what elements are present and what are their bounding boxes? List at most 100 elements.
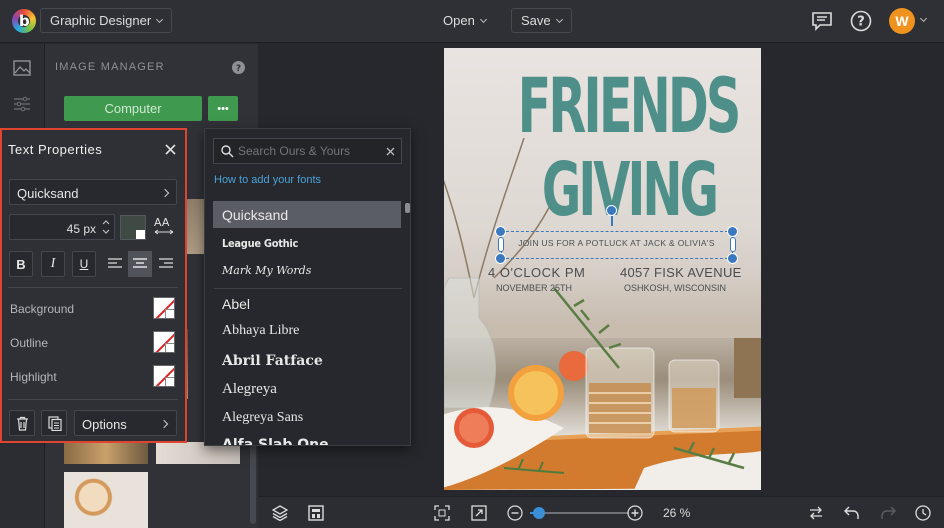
mode-dropdown[interactable]: Graphic Designer <box>40 8 173 33</box>
options-label: Options <box>82 417 127 432</box>
fit-screen-icon[interactable] <box>434 505 450 521</box>
text-properties-panel: Text Properties Quicksand 45 px AA B I U… <box>0 128 187 443</box>
open-label: Open <box>443 13 475 28</box>
image-thumbnail[interactable] <box>64 442 148 464</box>
font-option-abel[interactable]: Abel <box>213 290 401 317</box>
font-option-abril-fatface[interactable]: Abril Fatface <box>213 347 401 374</box>
undo-icon[interactable] <box>844 505 860 521</box>
align-center-button[interactable] <box>128 251 152 277</box>
outline-color-swatch[interactable] <box>153 331 175 353</box>
resize-handle[interactable] <box>495 226 506 237</box>
poster-city[interactable]: OSHKOSH, WISCONSIN <box>624 283 726 293</box>
text-properties-title: Text Properties <box>8 142 103 157</box>
design-canvas[interactable]: FRIENDS GIVING JOIN US FOR A POTLUCK AT … <box>444 48 761 490</box>
copy-icon <box>48 416 62 431</box>
font-option-alegreya-sans[interactable]: Alegreya Sans <box>213 404 401 431</box>
layers-icon[interactable] <box>272 505 288 521</box>
svg-text:?: ? <box>236 64 241 74</box>
grid-layout-icon[interactable] <box>308 505 324 521</box>
chevron-down-icon[interactable] <box>919 14 928 23</box>
app-logo[interactable]: b <box>12 9 36 33</box>
panel-scrollbar[interactable] <box>250 439 256 524</box>
font-dropdown: How to add your fonts Quicksand League G… <box>204 128 411 446</box>
poster-date[interactable]: NOVEMBER 25TH <box>496 283 572 293</box>
chevron-down-icon <box>555 15 563 23</box>
font-option-alegreya[interactable]: Alegreya <box>213 376 401 403</box>
zoom-level: 26 % <box>663 506 691 520</box>
trash-icon <box>17 416 28 431</box>
svg-text:?: ? <box>857 15 865 30</box>
swap-icon[interactable] <box>808 505 824 521</box>
background-color-swatch[interactable] <box>153 297 175 319</box>
poster-subtitle[interactable]: JOIN US FOR A POTLUCK AT JACK & OLIVIA'S <box>502 238 731 248</box>
text-color-swatch[interactable] <box>120 215 146 240</box>
font-search-field[interactable] <box>213 138 402 164</box>
zoom-slider[interactable] <box>530 507 629 519</box>
highlight-color-swatch[interactable] <box>153 365 175 387</box>
zoom-slider-knob[interactable] <box>533 507 545 519</box>
font-select[interactable]: Quicksand <box>9 179 177 205</box>
font-size-value: 45 px <box>66 222 96 236</box>
help-icon[interactable]: ? <box>232 61 245 74</box>
background-label: Background <box>10 302 75 316</box>
font-size-input[interactable]: 45 px <box>9 214 115 240</box>
align-left-icon[interactable] <box>108 258 122 270</box>
expand-icon[interactable] <box>471 505 487 521</box>
poster-title-line2[interactable]: GIVING <box>525 150 734 230</box>
history-icon[interactable] <box>915 505 931 521</box>
font-list-scrollbar[interactable] <box>405 203 410 213</box>
resize-handle[interactable] <box>495 253 506 264</box>
zoom-in-icon[interactable] <box>627 505 643 521</box>
close-icon[interactable] <box>165 144 176 155</box>
format-toolbar: B I U <box>9 251 177 277</box>
user-avatar[interactable]: W <box>889 8 915 34</box>
align-center-icon <box>133 258 147 268</box>
image-thumbnail[interactable] <box>64 472 148 528</box>
chevron-down-icon <box>479 15 487 23</box>
redo-icon[interactable] <box>880 505 896 521</box>
chevron-down-icon <box>156 15 164 23</box>
font-option-abhaya-libre[interactable]: Abhaya Libre <box>213 317 401 344</box>
delete-button[interactable] <box>9 410 35 436</box>
options-button[interactable]: Options <box>74 410 177 436</box>
resize-handle[interactable] <box>727 226 738 237</box>
save-label: Save <box>521 13 551 28</box>
stepper-icon[interactable] <box>102 218 110 236</box>
font-search-input[interactable] <box>238 143 378 159</box>
font-option-selected[interactable]: Quicksand <box>213 201 401 228</box>
mode-label: Graphic Designer <box>50 13 152 28</box>
font-select-value: Quicksand <box>17 186 79 201</box>
comment-icon[interactable] <box>811 10 833 32</box>
rotate-handle[interactable] <box>606 205 617 216</box>
poster-title-line1[interactable]: FRIENDS <box>518 66 742 146</box>
bold-button[interactable]: B <box>9 251 33 277</box>
add-fonts-help-link[interactable]: How to add your fonts <box>214 174 321 186</box>
poster-time[interactable]: 4 O'CLOCK PM <box>488 265 585 280</box>
italic-button[interactable]: I <box>41 251 65 277</box>
font-option-alfa-slab-one[interactable]: Alfa Slab One <box>213 431 401 446</box>
bottom-toolbar: 26 % <box>258 496 944 528</box>
underline-button[interactable]: U <box>72 251 96 277</box>
adjustments-icon[interactable] <box>13 96 31 112</box>
image-icon[interactable] <box>13 60 31 76</box>
align-right-icon[interactable] <box>159 258 173 270</box>
text-size-icon[interactable]: AA <box>154 216 174 235</box>
open-menu[interactable]: Open <box>434 8 495 33</box>
image-manager-title: IMAGE MANAGER <box>55 61 165 73</box>
more-sources-button[interactable]: ••• <box>208 96 238 121</box>
resize-handle[interactable] <box>730 237 736 252</box>
top-bar: b Graphic Designer Open Save ? W <box>0 0 944 43</box>
help-icon[interactable]: ? <box>850 10 872 32</box>
clear-icon[interactable] <box>386 147 395 156</box>
zoom-out-icon[interactable] <box>507 505 523 521</box>
selected-text-box[interactable]: JOIN US FOR A POTLUCK AT JACK & OLIVIA'S <box>501 231 733 259</box>
poster-address[interactable]: 4057 FISK AVENUE <box>620 265 742 280</box>
computer-upload-button[interactable]: Computer <box>64 96 202 121</box>
resize-handle[interactable] <box>727 253 738 264</box>
save-menu[interactable]: Save <box>511 8 572 33</box>
font-option-league-gothic[interactable]: League Gothic <box>213 230 401 257</box>
font-option-mark-my-words[interactable]: Mark My Words <box>213 257 401 284</box>
resize-handle[interactable] <box>498 237 504 252</box>
duplicate-button[interactable] <box>41 410 67 436</box>
search-icon <box>221 145 234 158</box>
